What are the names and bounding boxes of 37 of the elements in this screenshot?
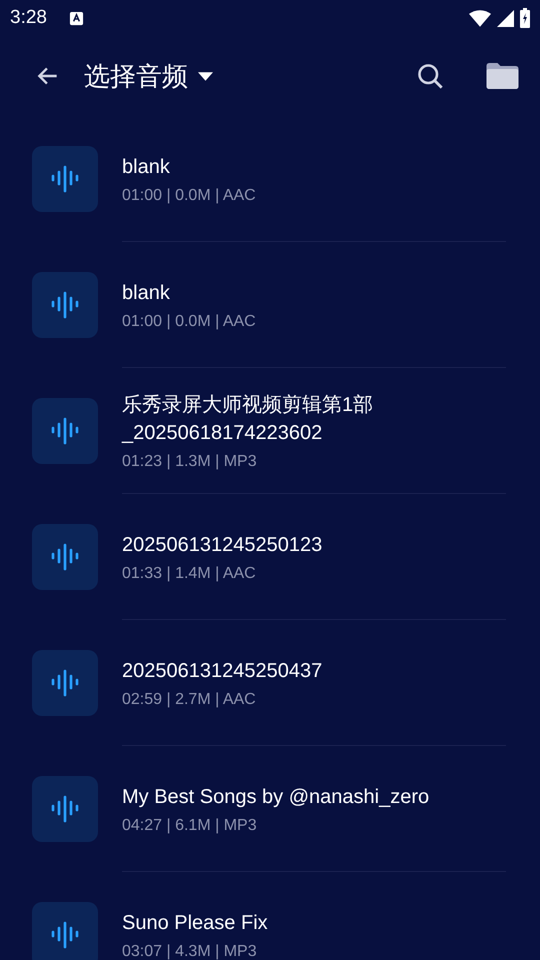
file-details: 04:27 | 6.1M | MP3 [122, 816, 258, 834]
file-name: blank [122, 154, 171, 180]
battery-icon [520, 8, 530, 28]
file-name: 乐秀录屏大师视频剪辑第1部_20250618174223602 [122, 392, 374, 446]
file-details: 02:59 | 2.7M | AAC [122, 690, 257, 708]
audio-file-item[interactable]: blank 01:00 | 0.0M | AAC [32, 116, 540, 242]
sound-wave-icon [51, 417, 79, 445]
file-details: 01:00 | 0.0M | AAC [122, 312, 257, 330]
file-details: 01:00 | 0.0M | AAC [122, 186, 257, 204]
file-details: 03:07 | 4.3M | MP3 [122, 942, 258, 960]
sound-wave-icon [51, 921, 79, 949]
audio-file-item[interactable]: blank 01:00 | 0.0M | AAC [32, 242, 540, 368]
folder-icon [486, 62, 518, 90]
audio-file-item[interactable]: My Best Songs by @nanashi_zero 04:27 | 6.1M | MP3 [32, 746, 540, 872]
keyboard-a-icon [68, 10, 84, 26]
audio-file-item[interactable]: Suno Please Fix 03:07 | 4.3M | MP3 [32, 872, 540, 960]
status-time: 3:28 [10, 7, 47, 29]
sound-wave-icon [51, 669, 79, 697]
file-details: 01:33 | 1.4M | AAC [122, 564, 257, 582]
search-icon [416, 62, 444, 90]
sound-wave-icon [51, 543, 79, 571]
caret-icon [198, 72, 213, 80]
file-name: 202506131245250437 [122, 658, 324, 684]
wifi-icon [469, 10, 491, 26]
title-dropdown[interactable]: 选择音频 [84, 58, 213, 94]
file-details: 01:23 | 1.3M | MP3 [122, 452, 258, 470]
signal-icon [497, 10, 514, 26]
sound-wave-icon [51, 795, 79, 823]
audio-file-item[interactable]: 202506131245250123 01:33 | 1.4M | AAC [32, 494, 540, 620]
audio-file-item[interactable]: 乐秀录屏大师视频剪辑第1部_20250618174223602 01:23 | 1.3M | MP3 [32, 368, 540, 494]
file-name: My Best Songs by @nanashi_zero [122, 784, 430, 810]
sound-wave-icon [51, 165, 79, 193]
file-name: Suno Please Fix [122, 910, 269, 936]
audio-file-item[interactable]: 202506131245250437 02:59 | 2.7M | AAC [32, 620, 540, 746]
sound-wave-icon [51, 291, 79, 319]
file-name: blank [122, 280, 171, 306]
file-name: 202506131245250123 [122, 532, 324, 558]
